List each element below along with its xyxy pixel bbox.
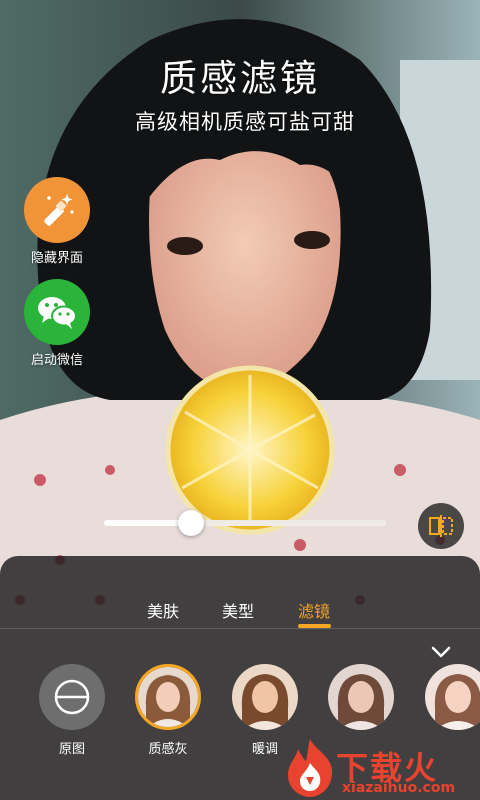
watermark-logo: 下载火 xiazaihuo.com [282,735,480,800]
filter-intensity-slider[interactable] [104,510,386,536]
chevron-down-icon [431,646,451,658]
filter-name: 原图 [58,742,85,757]
panel-divider [0,628,480,629]
slider-thumb[interactable] [178,510,205,536]
filter-item[interactable] [321,664,401,738]
filter-thumbnail [135,664,201,730]
wechat-icon [24,279,90,345]
panel-tabs: 美肤 美型 滤镜 [0,598,480,658]
collapse-button[interactable] [430,642,452,662]
filter-thumbnail [232,664,298,730]
filter-thumbnail [425,664,480,730]
hide-ui-button[interactable]: 隐藏界面 [22,177,92,266]
filter-texture-gray[interactable]: 质感灰 [128,664,208,757]
launch-wechat-label: 启动微信 [30,353,83,368]
promo-title: 质感滤镜 [160,57,320,100]
magic-wand-icon [24,177,90,243]
compare-button[interactable] [418,503,464,549]
flame-logo-icon [288,739,333,797]
tab-filter[interactable]: 滤镜 [298,598,330,622]
hide-ui-label: 隐藏界面 [30,251,83,266]
no-filter-icon [39,664,105,730]
filter-item[interactable] [418,664,480,738]
tab-shape[interactable]: 美型 [222,598,254,622]
compare-icon [429,515,453,537]
watermark-url: xiazaihuo.com [342,780,456,796]
tab-beauty[interactable]: 美肤 [147,598,179,622]
filter-thumbnail [328,664,394,730]
filter-original[interactable]: 原图 [32,664,112,757]
launch-wechat-button[interactable]: 启动微信 [22,279,92,368]
promo-subtitle: 高级相机质感可盐可甜 [135,110,355,134]
filter-name: 质感灰 [148,742,188,757]
